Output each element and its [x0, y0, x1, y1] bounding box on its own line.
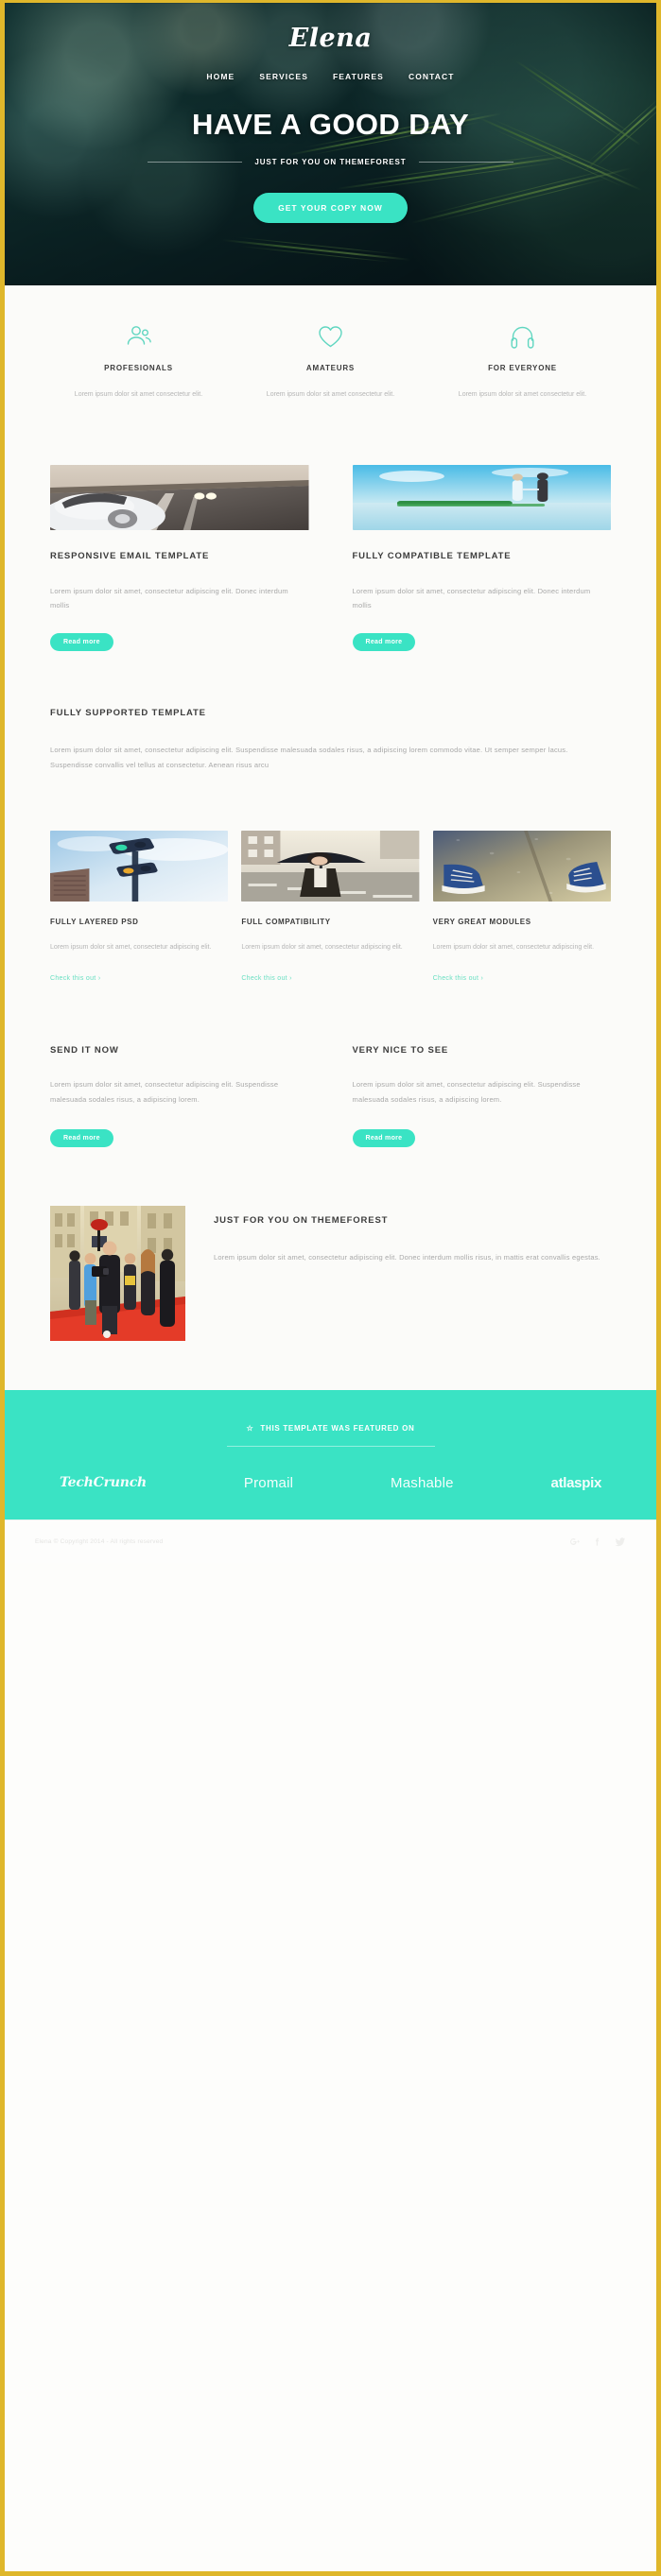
site-logo: Elena: [288, 24, 373, 53]
text-blocks-section: SEND IT NOW Lorem ipsum dolor sit amet, …: [5, 985, 656, 1147]
media-cards-section: RESPONSIVE EMAIL TEMPLATE Lorem ipsum do…: [5, 403, 656, 652]
footer-bottom-bar: Elena © Copyright 2014 - All rights rese…: [5, 1519, 656, 1563]
nav-item-features[interactable]: FEATURES: [333, 72, 384, 81]
feature-card-for-everyone: FOR EVERYONE Lorem ipsum dolor sit amet …: [426, 321, 618, 403]
link-label: Check this out: [241, 975, 287, 983]
headphones-icon: [426, 321, 618, 352]
email-template-page: Elena HOME SERVICES FEATURES CONTACT HAV…: [0, 0, 661, 2576]
brand-logo-mashable[interactable]: Mashable: [391, 1475, 454, 1491]
media-card-title: FULLY COMPATIBLE TEMPLATE: [352, 550, 512, 561]
content-area: PROFESIONALS Lorem ipsum dolor sit amet …: [5, 285, 656, 1563]
facebook-icon[interactable]: [592, 1537, 602, 1547]
split-feature-copy: JUST FOR YOU ON THEMEFOREST Lorem ipsum …: [214, 1206, 611, 1264]
split-feature-section: JUST FOR YOU ON THEMEFOREST Lorem ipsum …: [5, 1147, 656, 1341]
copyright-text: Elena © Copyright 2014 - All rights rese…: [35, 1537, 164, 1545]
hero-headline: HAVE A GOOD DAY: [191, 108, 470, 141]
gallery-card-text: Lorem ipsum dolor sit amet, consectetur …: [241, 944, 403, 952]
feature-title: FOR EVERYONE: [488, 364, 557, 372]
media-card-responsive-email-template: RESPONSIVE EMAIL TEMPLATE Lorem ipsum do…: [50, 464, 309, 652]
twitter-icon[interactable]: [615, 1537, 626, 1547]
feature-text: Lorem ipsum dolor sit amet consectetur e…: [74, 391, 203, 398]
feature-card-amateurs: AMATEURS Lorem ipsum dolor sit amet cons…: [235, 321, 426, 403]
brand-logos-row: TechCrunch Promail Mashable atlaspix: [43, 1475, 618, 1491]
brand-logo-techcrunch[interactable]: TechCrunch: [60, 1475, 147, 1490]
feature-title: PROFESIONALS: [104, 364, 173, 372]
red-carpet-crowd-photo: [50, 1205, 185, 1341]
media-card-text: Lorem ipsum dolor sit amet, consectetur …: [50, 586, 288, 610]
star-icon: ☆: [246, 1423, 254, 1433]
heart-icon: [235, 321, 426, 352]
text-block-text: Lorem ipsum dolor sit amet, consectetur …: [352, 1080, 581, 1104]
nav-item-contact[interactable]: CONTACT: [409, 72, 455, 81]
split-feature-title: JUST FOR YOU ON THEMEFOREST: [214, 1214, 389, 1226]
brand-logo-promail[interactable]: Promail: [244, 1475, 293, 1491]
chevron-right-icon: ›: [97, 975, 101, 983]
feature-title: AMATEURS: [305, 364, 356, 372]
brand-logo-atlaspix[interactable]: atlaspix: [551, 1475, 602, 1491]
chevron-right-icon: ›: [480, 975, 484, 983]
people-icon: [43, 321, 235, 352]
text-block-send-it-now: SEND IT NOW Lorem ipsum dolor sit amet, …: [50, 1045, 309, 1147]
features-section: PROFESIONALS Lorem ipsum dolor sit amet …: [5, 285, 656, 403]
chevron-right-icon: ›: [289, 975, 292, 983]
text-block-title: SEND IT NOW: [50, 1045, 119, 1056]
nav-item-home[interactable]: HOME: [206, 72, 235, 81]
couple-on-beach-photo: [352, 464, 611, 530]
gallery-card-title: FULL COMPATIBILITY: [241, 918, 331, 927]
feature-card-professionals: PROFESIONALS Lorem ipsum dolor sit amet …: [43, 321, 235, 403]
featured-on-heading: ☆ THIS TEMPLATE WAS FEATURED ON: [43, 1424, 618, 1433]
featured-on-section: ☆ THIS TEMPLATE WAS FEATURED ON TechCrun…: [5, 1389, 656, 1520]
feature-text: Lorem ipsum dolor sit amet consectetur e…: [458, 391, 587, 398]
gallery-card-title: VERY GREAT MODULES: [432, 918, 531, 927]
gallery-card-very-great-modules: VERY GREAT MODULES Lorem ipsum dolor sit…: [432, 831, 611, 985]
woman-with-umbrella-photo: [241, 831, 420, 902]
text-block-title: VERY NICE TO SEE: [352, 1045, 449, 1056]
read-more-button[interactable]: Read more: [50, 1128, 113, 1147]
divider-left: [148, 162, 243, 163]
section-text: Lorem ipsum dolor sit amet, consectetur …: [50, 746, 568, 769]
divider: [226, 1445, 435, 1447]
gallery-card-text: Lorem ipsum dolor sit amet, consectetur …: [50, 944, 212, 952]
divider-right: [418, 162, 513, 163]
gallery-card-text: Lorem ipsum dolor sit amet, consectetur …: [432, 944, 595, 952]
check-this-out-link[interactable]: Check this out ›: [241, 975, 291, 982]
link-label: Check this out: [432, 975, 479, 983]
hero-section: Elena HOME SERVICES FEATURES CONTACT HAV…: [5, 3, 656, 285]
read-more-button[interactable]: Read more: [352, 1128, 416, 1147]
nav-item-services[interactable]: SERVICES: [259, 72, 308, 81]
sneakers-on-pavement-photo: [432, 831, 611, 902]
feature-text: Lorem ipsum dolor sit amet consectetur e…: [266, 391, 395, 398]
featured-on-label: THIS TEMPLATE WAS FEATURED ON: [260, 1423, 415, 1433]
media-card-text: Lorem ipsum dolor sit amet, consectetur …: [352, 586, 591, 610]
google-plus-icon[interactable]: [569, 1537, 580, 1547]
get-your-copy-now-button[interactable]: GET YOUR COPY NOW: [253, 193, 408, 223]
split-feature-text: Lorem ipsum dolor sit amet, consectetur …: [214, 1252, 600, 1262]
gallery-card-title: FULLY LAYERED PSD: [50, 918, 139, 927]
main-navigation: HOME SERVICES FEATURES CONTACT: [5, 72, 656, 81]
check-this-out-link[interactable]: Check this out ›: [433, 975, 483, 982]
text-block-very-nice-to-see: VERY NICE TO SEE Lorem ipsum dolor sit a…: [352, 1045, 612, 1147]
read-more-button[interactable]: Read more: [50, 633, 113, 652]
link-label: Check this out: [50, 975, 96, 983]
hero-subtitle: JUST FOR YOU ON THEMEFOREST: [254, 158, 407, 166]
social-links: [569, 1537, 626, 1547]
read-more-button[interactable]: Read more: [352, 633, 416, 652]
section-title: FULLY SUPPORTED TEMPLATE: [50, 708, 206, 719]
gallery-card-full-compatibility: FULL COMPATIBILITY Lorem ipsum dolor sit…: [241, 831, 420, 985]
text-block-text: Lorem ipsum dolor sit amet, consectetur …: [50, 1080, 279, 1104]
gallery-card-fully-layered-psd: FULLY LAYERED PSD Lorem ipsum dolor sit …: [50, 831, 229, 985]
vintage-car-on-road-photo: [50, 464, 309, 530]
media-card-fully-compatible-template: FULLY COMPATIBLE TEMPLATE Lorem ipsum do…: [352, 464, 611, 652]
traffic-light-sky-photo: [50, 831, 229, 902]
gallery-section: FULLY LAYERED PSD Lorem ipsum dolor sit …: [5, 772, 656, 985]
media-card-title: RESPONSIVE EMAIL TEMPLATE: [50, 550, 210, 561]
fully-supported-section: FULLY SUPPORTED TEMPLATE Lorem ipsum dol…: [5, 651, 656, 772]
check-this-out-link[interactable]: Check this out ›: [50, 975, 100, 982]
hero-subtitle-row: JUST FOR YOU ON THEMEFOREST: [5, 158, 656, 166]
